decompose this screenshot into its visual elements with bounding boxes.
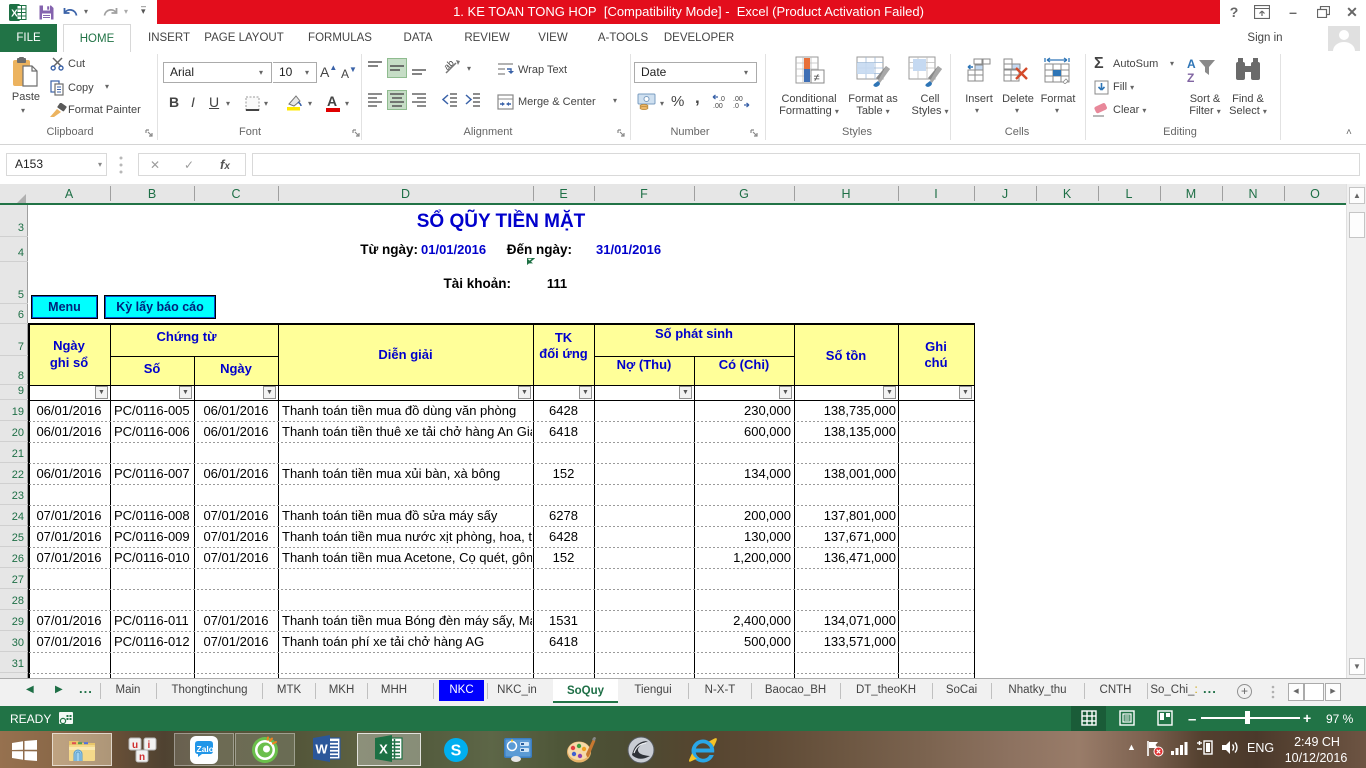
svg-text:.00: .00 [733,96,743,103]
svg-text:Z: Z [1187,71,1194,85]
svg-text:i: i [148,740,151,751]
svg-text:u: u [132,740,138,751]
svg-text:≠: ≠ [814,72,820,84]
svg-text:.00: .00 [713,103,723,109]
svg-text:W: W [315,742,328,757]
svg-text:X: X [379,742,388,757]
svg-text:.0: .0 [733,103,739,109]
svg-text:.0: .0 [719,96,725,103]
svg-text:S: S [451,743,462,760]
svg-text:Zalo: Zalo [197,744,214,754]
svg-text:X: X [11,9,18,20]
svg-text:ab: ab [443,58,456,72]
svg-text:A: A [1187,57,1196,71]
svg-text:n: n [139,752,145,763]
